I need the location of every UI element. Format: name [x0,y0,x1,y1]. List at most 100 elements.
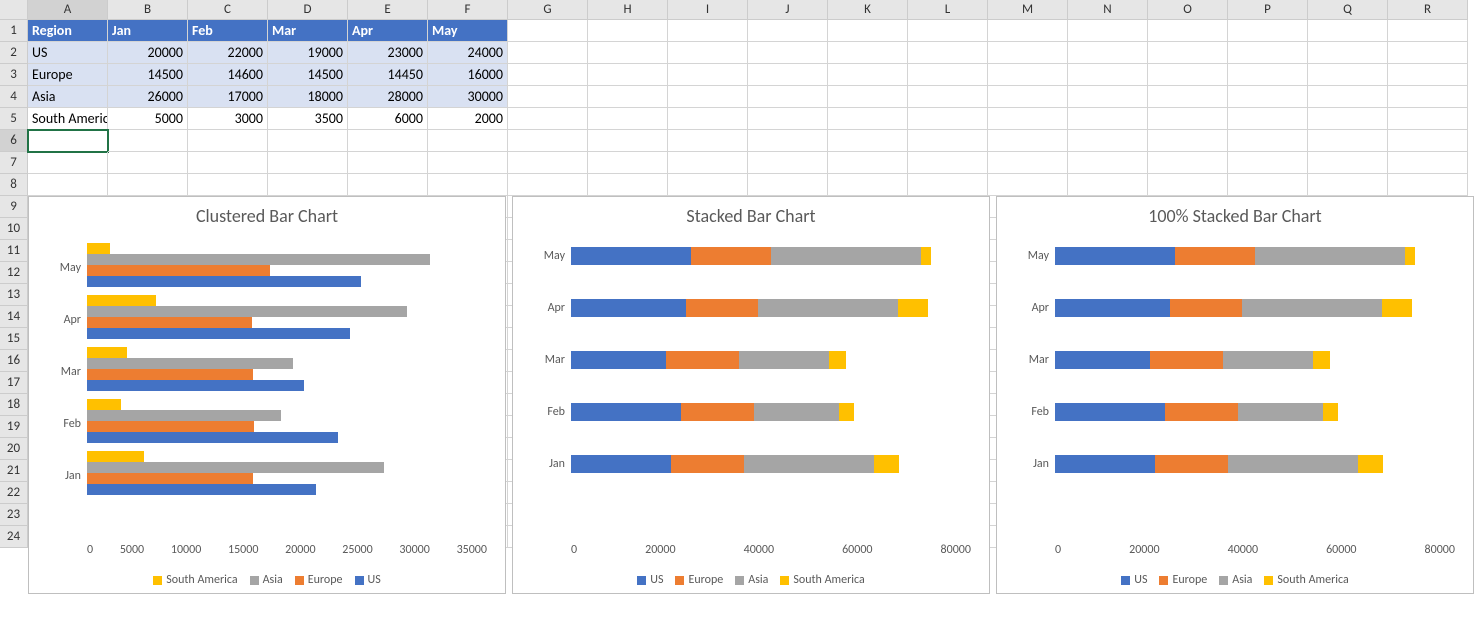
cell-C8[interactable] [188,174,268,196]
cell-R8[interactable] [1388,174,1468,196]
cell-K2[interactable] [828,42,908,64]
col-header-C[interactable]: C [188,0,268,20]
cell-E7[interactable] [348,152,428,174]
cell-M8[interactable] [988,174,1068,196]
cell-F3[interactable]: 16000 [428,64,508,86]
row-header-12[interactable]: 12 [0,262,28,284]
cell-Q7[interactable] [1308,152,1388,174]
cell-I6[interactable] [668,130,748,152]
row-header-4[interactable]: 4 [0,86,28,108]
cell-Q1[interactable] [1308,20,1388,42]
cell-G5[interactable] [508,108,588,130]
cell-M5[interactable] [988,108,1068,130]
cell-G6[interactable] [508,130,588,152]
cell-J7[interactable] [748,152,828,174]
cell-O1[interactable] [1148,20,1228,42]
cell-I7[interactable] [668,152,748,174]
col-header-N[interactable]: N [1068,0,1148,20]
row-header-15[interactable]: 15 [0,328,28,350]
col-header-D[interactable]: D [268,0,348,20]
cell-C2[interactable]: 22000 [188,42,268,64]
cell-Q6[interactable] [1308,130,1388,152]
col-header-M[interactable]: M [988,0,1068,20]
cell-C3[interactable]: 14600 [188,64,268,86]
cell-H6[interactable] [588,130,668,152]
row-header-19[interactable]: 19 [0,416,28,438]
cell-E5[interactable]: 6000 [348,108,428,130]
cell-J8[interactable] [748,174,828,196]
cell-F1[interactable]: May [428,20,508,42]
chart-clustered-bar[interactable]: Clustered Bar Chart MayAprMarFebJan 0500… [28,196,506,594]
cell-F8[interactable] [428,174,508,196]
cell-D5[interactable]: 3500 [268,108,348,130]
cell-O2[interactable] [1148,42,1228,64]
cell-P6[interactable] [1228,130,1308,152]
row-header-23[interactable]: 23 [0,504,28,526]
row-header-24[interactable]: 24 [0,526,28,548]
cell-H3[interactable] [588,64,668,86]
col-header-I[interactable]: I [668,0,748,20]
cell-M4[interactable] [988,86,1068,108]
select-all-corner[interactable] [0,0,28,20]
cell-O6[interactable] [1148,130,1228,152]
cell-Q2[interactable] [1308,42,1388,64]
cell-R1[interactable] [1388,20,1468,42]
cell-D4[interactable]: 18000 [268,86,348,108]
cell-E6[interactable] [348,130,428,152]
cell-N7[interactable] [1068,152,1148,174]
col-header-J[interactable]: J [748,0,828,20]
cell-L1[interactable] [908,20,988,42]
cell-N5[interactable] [1068,108,1148,130]
chart-100pct-stacked-bar[interactable]: 100% Stacked Bar Chart MayAprMarFebJan 0… [996,196,1474,594]
cell-G8[interactable] [508,174,588,196]
cell-B1[interactable]: Jan [108,20,188,42]
cell-D3[interactable]: 14500 [268,64,348,86]
cell-A6[interactable] [28,130,108,152]
cell-I2[interactable] [668,42,748,64]
cell-H2[interactable] [588,42,668,64]
row-header-7[interactable]: 7 [0,152,28,174]
cell-R7[interactable] [1388,152,1468,174]
col-header-P[interactable]: P [1228,0,1308,20]
cell-H1[interactable] [588,20,668,42]
cell-L5[interactable] [908,108,988,130]
cell-R4[interactable] [1388,86,1468,108]
row-header-16[interactable]: 16 [0,350,28,372]
cell-L8[interactable] [908,174,988,196]
cell-E4[interactable]: 28000 [348,86,428,108]
cell-L2[interactable] [908,42,988,64]
cell-B3[interactable]: 14500 [108,64,188,86]
cell-H7[interactable] [588,152,668,174]
col-header-A[interactable]: A [28,0,108,20]
cell-K6[interactable] [828,130,908,152]
cell-A8[interactable] [28,174,108,196]
cell-P8[interactable] [1228,174,1308,196]
cell-K7[interactable] [828,152,908,174]
row-header-10[interactable]: 10 [0,218,28,240]
cell-D1[interactable]: Mar [268,20,348,42]
col-header-Q[interactable]: Q [1308,0,1388,20]
cell-C5[interactable]: 3000 [188,108,268,130]
cell-H4[interactable] [588,86,668,108]
row-header-1[interactable]: 1 [0,20,28,42]
cell-A4[interactable]: Asia [28,86,108,108]
cell-O8[interactable] [1148,174,1228,196]
cell-F4[interactable]: 30000 [428,86,508,108]
cell-G2[interactable] [508,42,588,64]
col-header-O[interactable]: O [1148,0,1228,20]
cell-B8[interactable] [108,174,188,196]
cell-O3[interactable] [1148,64,1228,86]
row-header-5[interactable]: 5 [0,108,28,130]
cell-N6[interactable] [1068,130,1148,152]
cell-Q8[interactable] [1308,174,1388,196]
cell-P7[interactable] [1228,152,1308,174]
cell-N4[interactable] [1068,86,1148,108]
cell-B7[interactable] [108,152,188,174]
row-header-18[interactable]: 18 [0,394,28,416]
cell-P1[interactable] [1228,20,1308,42]
cell-K4[interactable] [828,86,908,108]
cell-F6[interactable] [428,130,508,152]
row-header-14[interactable]: 14 [0,306,28,328]
cell-K8[interactable] [828,174,908,196]
cell-B5[interactable]: 5000 [108,108,188,130]
